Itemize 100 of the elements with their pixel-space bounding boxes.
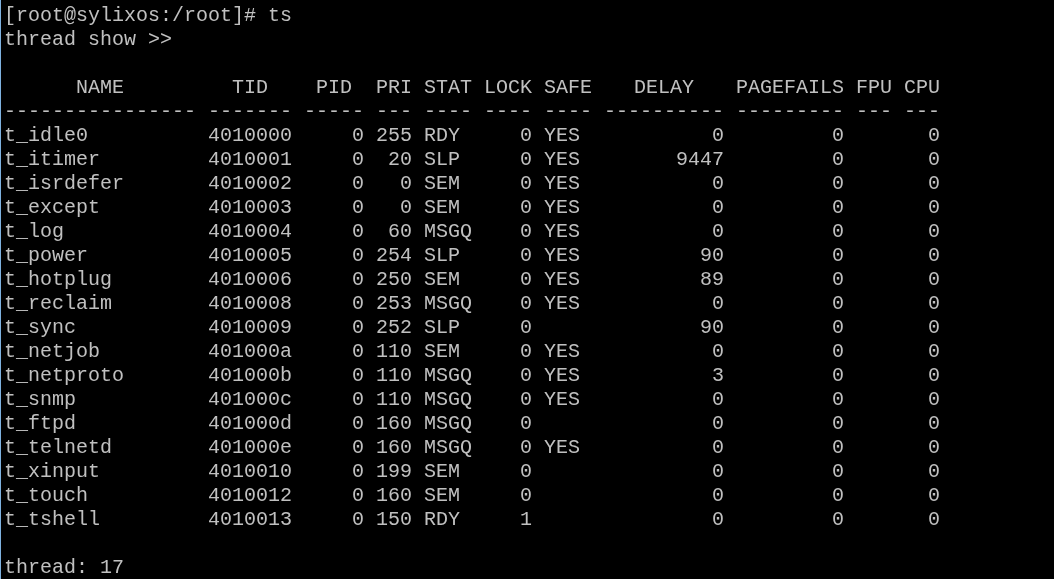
table-cell: 150 xyxy=(376,508,413,531)
table-cell: MSGQ xyxy=(424,412,473,435)
table-cell: 4010001 xyxy=(208,148,293,171)
table-cell: 4010000 xyxy=(208,124,293,147)
table-cell: SEM xyxy=(424,484,461,507)
column-header: SAFE xyxy=(544,76,593,99)
table-cell: 0 xyxy=(712,388,725,411)
table-cell: 0 xyxy=(928,340,941,363)
table-cell: RDY xyxy=(424,508,461,531)
table-cell: SLP xyxy=(424,244,461,267)
table-cell: 401000c xyxy=(208,388,293,411)
table-cell: SLP xyxy=(424,148,461,171)
table-cell: 0 xyxy=(928,436,941,459)
table-cell: 0 xyxy=(520,388,533,411)
table-cell: 60 xyxy=(388,220,413,243)
header-separator: --- xyxy=(856,100,893,123)
table-cell: 4010008 xyxy=(208,292,293,315)
table-cell: 0 xyxy=(832,412,845,435)
table-cell: 0 xyxy=(352,244,365,267)
table-cell: MSGQ xyxy=(424,220,473,243)
table-cell: 252 xyxy=(376,316,413,339)
table-cell: 110 xyxy=(376,340,413,363)
header-separator: ----- xyxy=(304,100,365,123)
table-cell: SEM xyxy=(424,196,461,219)
table-cell: 0 xyxy=(832,124,845,147)
table-cell: 0 xyxy=(520,364,533,387)
table-cell: 0 xyxy=(928,172,941,195)
table-cell: 254 xyxy=(376,244,413,267)
column-header: TID xyxy=(232,76,269,99)
table-cell: SEM xyxy=(424,172,461,195)
table-cell: t_tshell xyxy=(4,508,100,531)
table-cell: 160 xyxy=(376,412,413,435)
column-header: DELAY xyxy=(634,76,695,99)
header-separator: ---- xyxy=(484,100,533,123)
table-cell: 0 xyxy=(832,172,845,195)
table-cell: 0 xyxy=(520,196,533,219)
table-cell: SEM xyxy=(424,268,461,291)
table-cell: 4010004 xyxy=(208,220,293,243)
table-cell: 4010009 xyxy=(208,316,293,339)
table-cell: 0 xyxy=(832,364,845,387)
table-cell: 253 xyxy=(376,292,413,315)
table-cell: 0 xyxy=(928,268,941,291)
table-cell: 90 xyxy=(700,316,725,339)
table-cell: YES xyxy=(544,172,581,195)
table-cell: MSGQ xyxy=(424,436,473,459)
table-cell: YES xyxy=(544,388,581,411)
table-cell: 0 xyxy=(712,172,725,195)
table-cell: 0 xyxy=(928,292,941,315)
table-cell: 0 xyxy=(352,196,365,219)
table-cell: 0 xyxy=(928,508,941,531)
table-cell: t_isrdefer xyxy=(4,172,125,195)
table-cell: 0 xyxy=(352,508,365,531)
table-cell: 0 xyxy=(352,364,365,387)
table-cell: 160 xyxy=(376,484,413,507)
header-separator: --- xyxy=(904,100,941,123)
table-cell: t_idle0 xyxy=(4,124,88,147)
table-cell: 4010006 xyxy=(208,268,293,291)
table-cell: YES xyxy=(544,148,581,171)
table-cell: 4010010 xyxy=(208,460,293,483)
table-cell: 0 xyxy=(832,268,845,291)
table-cell: 0 xyxy=(928,316,941,339)
table-cell: MSGQ xyxy=(424,292,473,315)
table-cell: t_log xyxy=(4,220,64,243)
table-cell: t_itimer xyxy=(4,148,100,171)
command-prompt: [root@sylixos:/root]# ts xyxy=(4,4,293,28)
table-cell: 0 xyxy=(928,388,941,411)
table-cell: 401000b xyxy=(208,364,293,387)
table-cell: t_touch xyxy=(4,484,88,507)
table-cell: t_sync xyxy=(4,316,76,339)
table-cell: 1 xyxy=(520,508,533,531)
table-cell: 0 xyxy=(520,412,533,435)
header-separator: ------- xyxy=(208,100,293,123)
table-cell: 0 xyxy=(352,316,365,339)
table-cell: 401000e xyxy=(208,436,293,459)
table-cell: t_reclaim xyxy=(4,292,113,315)
table-cell: 4010012 xyxy=(208,484,293,507)
table-cell: 0 xyxy=(928,460,941,483)
table-cell: 160 xyxy=(376,436,413,459)
table-cell: SEM xyxy=(424,340,461,363)
header-separator: ---- xyxy=(544,100,593,123)
table-cell: 4010002 xyxy=(208,172,293,195)
table-cell: 0 xyxy=(928,220,941,243)
table-cell: 3 xyxy=(712,364,725,387)
table-cell: YES xyxy=(544,124,581,147)
table-cell: 0 xyxy=(712,436,725,459)
table-cell: 0 xyxy=(400,196,413,219)
table-cell: 0 xyxy=(352,220,365,243)
table-cell: 401000d xyxy=(208,412,293,435)
table-cell: MSGQ xyxy=(424,364,473,387)
table-cell: YES xyxy=(544,244,581,267)
table-cell: 250 xyxy=(376,268,413,291)
table-cell: 90 xyxy=(700,244,725,267)
table-cell: 0 xyxy=(712,124,725,147)
table-cell: 110 xyxy=(376,388,413,411)
table-cell: 0 xyxy=(520,244,533,267)
column-header: PRI xyxy=(376,76,413,99)
table-cell: 0 xyxy=(832,316,845,339)
table-cell: 0 xyxy=(520,148,533,171)
table-cell: 0 xyxy=(352,292,365,315)
table-cell: 0 xyxy=(520,268,533,291)
